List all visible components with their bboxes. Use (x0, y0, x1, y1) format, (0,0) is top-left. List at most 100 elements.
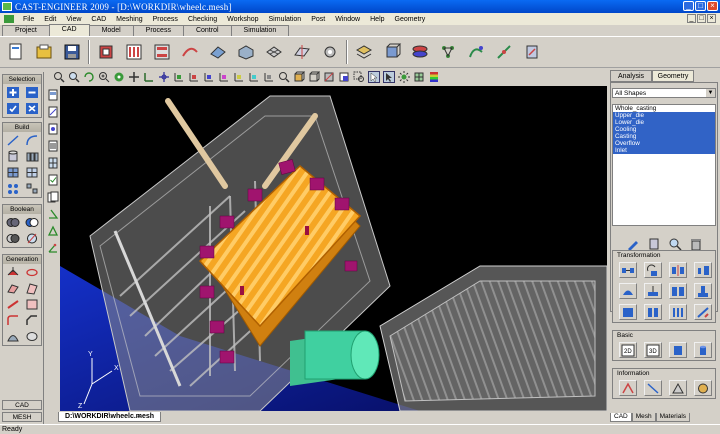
shaded-cube-icon[interactable] (292, 71, 305, 84)
menu-cad[interactable]: CAD (86, 16, 111, 23)
distance-icon[interactable] (644, 380, 662, 396)
section-icon[interactable] (322, 71, 335, 84)
columns-icon[interactable] (122, 40, 146, 64)
gear-icon[interactable] (318, 40, 342, 64)
triangle-icon[interactable] (46, 224, 59, 237)
open-file-icon[interactable] (32, 40, 56, 64)
wire-icon[interactable] (178, 40, 202, 64)
sketch-3d-button[interactable]: 3D (644, 342, 662, 358)
document-tab[interactable]: D:\WORKDIR\wheelc.mesh (58, 412, 162, 422)
pattern-icon[interactable] (23, 181, 41, 196)
save-icon[interactable] (60, 40, 84, 64)
pan-icon[interactable] (127, 71, 140, 84)
sketch-2d-button[interactable]: 2D (619, 342, 637, 358)
minimize-button[interactable]: _ (683, 1, 694, 11)
tab-cad-bottom[interactable]: CAD (610, 413, 632, 422)
doc-close-button[interactable]: × (707, 14, 716, 23)
view-top-icon[interactable] (232, 71, 245, 84)
block-icon[interactable] (94, 40, 118, 64)
intersect-icon[interactable] (4, 231, 22, 246)
copy-shape-icon[interactable] (669, 283, 687, 299)
pins-icon[interactable] (669, 304, 687, 320)
maximize-button[interactable]: □ (695, 1, 706, 11)
view-right-icon[interactable] (217, 71, 230, 84)
page-view-icon[interactable] (46, 122, 59, 135)
duplicate-icon[interactable] (644, 304, 662, 320)
shape-edit-icon[interactable] (520, 40, 544, 64)
view-left-icon[interactable] (202, 71, 215, 84)
frame-icon[interactable] (150, 40, 174, 64)
translate-icon[interactable] (619, 262, 637, 278)
angle-icon[interactable] (46, 207, 59, 220)
list-item[interactable]: Casting (613, 133, 715, 140)
tab-geometry[interactable]: Geometry (652, 70, 694, 82)
color-map-icon[interactable] (427, 71, 440, 84)
menu-process[interactable]: Process (148, 16, 183, 23)
split-icon[interactable] (23, 231, 41, 246)
ruler-icon[interactable] (142, 71, 155, 84)
list-item[interactable]: Cooling (613, 126, 715, 133)
array-icon[interactable] (4, 181, 22, 196)
3d-viewport[interactable]: Y X Z (60, 86, 607, 411)
add-selection-icon[interactable] (4, 85, 22, 100)
grid-solid-icon[interactable] (4, 165, 22, 180)
page-check-icon[interactable] (46, 173, 59, 186)
pipes-icon[interactable] (23, 149, 41, 164)
cube-icon[interactable] (380, 40, 404, 64)
tab-control[interactable]: Control (182, 25, 232, 36)
line-icon[interactable] (4, 133, 22, 148)
doc-maximize-button[interactable]: □ (697, 14, 706, 23)
mirror-icon[interactable] (669, 262, 687, 278)
curve-icon[interactable] (464, 40, 488, 64)
clip-icon[interactable] (337, 71, 350, 84)
loft-icon[interactable] (23, 281, 41, 296)
shell-icon[interactable] (23, 297, 41, 312)
fillet-icon[interactable] (4, 313, 22, 328)
page-edit-icon[interactable] (46, 105, 59, 118)
tab-cad[interactable]: CAD (48, 24, 90, 36)
solid-icon[interactable] (234, 40, 258, 64)
mass-properties-icon[interactable] (694, 380, 712, 396)
page-list-icon[interactable] (46, 139, 59, 152)
tab-simulation[interactable]: Simulation (230, 25, 290, 36)
menu-help[interactable]: Help (365, 16, 389, 23)
grid-shell-icon[interactable] (23, 165, 41, 180)
view-iso-icon[interactable] (262, 71, 275, 84)
union-icon[interactable] (4, 215, 22, 230)
tab-process[interactable]: Process (132, 25, 184, 36)
offset-icon[interactable] (23, 329, 41, 344)
menu-simulation[interactable]: Simulation (264, 16, 307, 23)
box-zoom-icon[interactable] (352, 71, 365, 84)
menu-window[interactable]: Window (330, 16, 365, 23)
vertex-icon[interactable] (492, 40, 516, 64)
view-front-icon[interactable] (172, 71, 185, 84)
rotate-icon[interactable] (82, 71, 95, 84)
subtract-icon[interactable] (23, 215, 41, 230)
menu-geometry[interactable]: Geometry (390, 16, 431, 23)
measure-icon[interactable] (46, 241, 59, 254)
arc-icon[interactable] (23, 133, 41, 148)
close-button[interactable]: × (707, 1, 718, 11)
stack-icon[interactable] (408, 40, 432, 64)
page-copy-icon[interactable] (46, 190, 59, 203)
primitive-icon[interactable] (669, 342, 687, 358)
invert-selection-icon[interactable] (23, 101, 41, 116)
sweep-icon[interactable] (4, 281, 22, 296)
layers-icon[interactable] (352, 40, 376, 64)
info-area-icon[interactable] (669, 380, 687, 396)
tab-model[interactable]: Model (88, 25, 134, 36)
move-icon[interactable] (157, 71, 170, 84)
menu-meshing[interactable]: Meshing (111, 16, 147, 23)
zoom-icon[interactable] (52, 71, 65, 84)
surface-icon[interactable] (206, 40, 230, 64)
select-icon[interactable] (367, 71, 380, 84)
tab-analysis[interactable]: Analysis (610, 70, 652, 82)
view-back-icon[interactable] (187, 71, 200, 84)
remove-selection-icon[interactable] (23, 85, 41, 100)
scale-icon[interactable] (694, 262, 712, 278)
cut-icon[interactable] (694, 304, 712, 320)
box-icon[interactable] (619, 304, 637, 320)
document-icon[interactable] (4, 15, 14, 23)
revolve-icon[interactable] (23, 265, 41, 280)
rotate-shape-icon[interactable] (644, 262, 662, 278)
